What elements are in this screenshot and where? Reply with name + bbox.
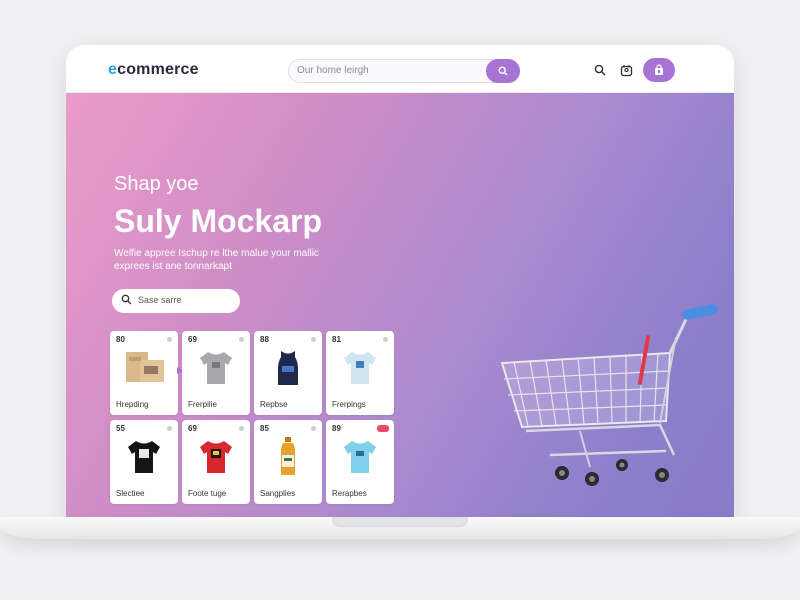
search-icon xyxy=(121,294,132,305)
product-price: 69 xyxy=(188,424,197,433)
product-price: 88 xyxy=(260,335,269,344)
hero-search-placeholder: Sase sarre xyxy=(138,295,182,305)
product-card[interactable]: 88 Repbse xyxy=(254,331,322,415)
product-card[interactable]: 89 Rerapbes xyxy=(326,420,394,504)
header-account-button[interactable] xyxy=(618,62,634,78)
light-tshirt-icon xyxy=(338,345,382,391)
cyan-tshirt-icon xyxy=(338,434,382,480)
header-search-button[interactable] xyxy=(486,59,520,83)
product-name: Frerpings xyxy=(332,400,366,409)
shopping-cart-illustration xyxy=(500,304,718,486)
product-card[interactable]: 69 Frerpilie xyxy=(182,331,250,415)
product-price: 85 xyxy=(260,424,269,433)
product-price: 81 xyxy=(332,335,341,344)
header-cart-button[interactable] xyxy=(643,58,675,82)
product-name: Rerapbes xyxy=(332,489,367,498)
header-search-icon-button[interactable] xyxy=(592,62,608,78)
navy-tank-icon xyxy=(266,345,310,391)
product-card[interactable]: 81 Frerpings xyxy=(326,331,394,415)
user-icon xyxy=(620,64,632,76)
product-name: Hrepding xyxy=(116,400,149,409)
product-price: 80 xyxy=(116,335,125,344)
product-name: Repbse xyxy=(260,400,288,409)
site-header: ecommerce Our home leirgh xyxy=(66,45,734,93)
laptop-notch xyxy=(332,517,468,527)
header-search-field[interactable]: Our home leirgh xyxy=(288,59,520,83)
search-icon xyxy=(498,66,508,76)
product-card[interactable]: 80 Hrepding xyxy=(110,331,178,415)
product-card[interactable]: 85 Sangplies xyxy=(254,420,322,504)
wishlist-icon[interactable] xyxy=(239,426,244,431)
logo-prefix: e xyxy=(108,61,118,78)
site-logo[interactable]: ecommerce xyxy=(108,61,199,79)
shopping-bag-icon xyxy=(655,64,663,75)
wishlist-icon[interactable] xyxy=(239,337,244,342)
wishlist-icon[interactable] xyxy=(167,337,172,342)
product-card[interactable]: 55 Slectiee xyxy=(110,420,178,504)
bottle-icon xyxy=(266,434,310,480)
product-price: 69 xyxy=(188,335,197,344)
hero-title: Suly Mockarp xyxy=(114,203,323,239)
hero-search-field[interactable]: Sase sarre xyxy=(112,289,240,313)
search-icon xyxy=(594,64,606,76)
wishlist-icon[interactable] xyxy=(311,426,316,431)
hero-description: Welfie appree Ischup re lthe malue your … xyxy=(114,248,319,272)
product-price: 89 xyxy=(332,424,341,433)
wishlist-icon[interactable] xyxy=(167,426,172,431)
gray-tshirt-icon xyxy=(194,345,238,391)
product-name: Sangplies xyxy=(260,489,296,498)
wishlist-icon[interactable] xyxy=(311,337,316,342)
product-price: 55 xyxy=(116,424,125,433)
product-name: Foote tuge xyxy=(188,489,227,498)
product-name: Slectiee xyxy=(116,489,145,498)
sale-badge xyxy=(377,425,389,432)
logo-text: commerce xyxy=(117,61,199,78)
red-tshirt-icon xyxy=(194,434,238,480)
black-tshirt-icon xyxy=(122,434,166,480)
wishlist-icon[interactable] xyxy=(383,337,388,342)
hero-subtitle: Shap yoe xyxy=(114,173,199,195)
box-icon xyxy=(122,345,166,391)
header-search-placeholder: Our home leirgh xyxy=(297,65,369,76)
product-card[interactable]: 69 Foote tuge xyxy=(182,420,250,504)
product-name: Frerpilie xyxy=(188,400,217,409)
